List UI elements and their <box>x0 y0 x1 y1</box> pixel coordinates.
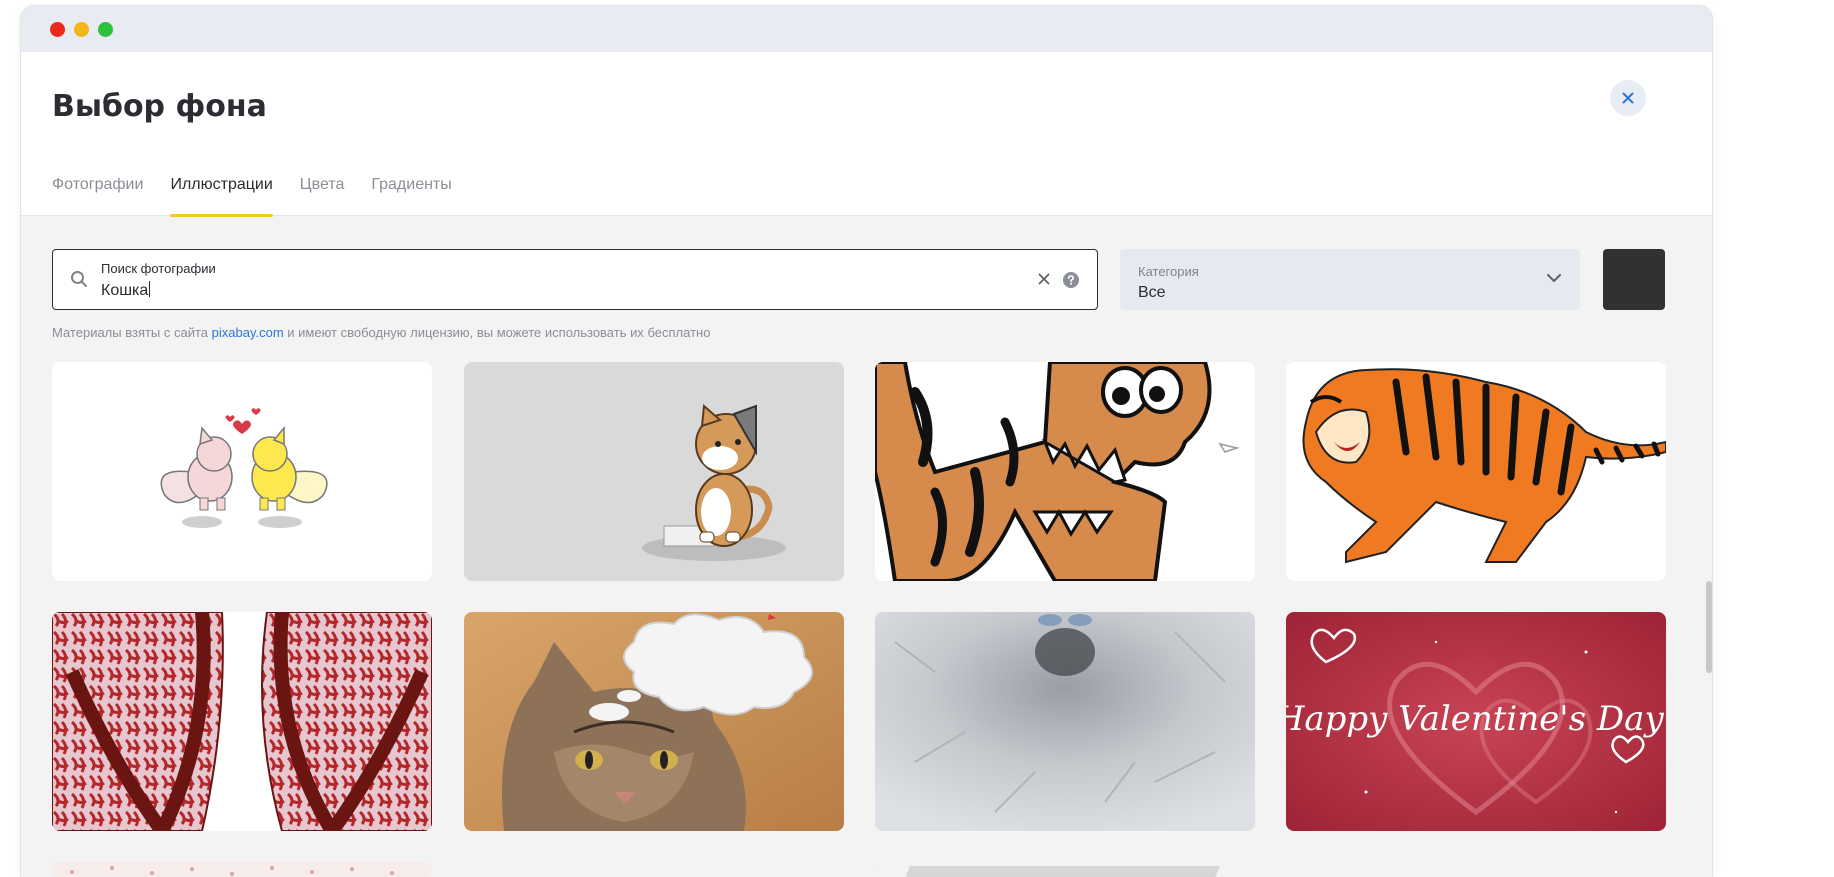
chevron-down-icon <box>1547 274 1561 282</box>
image-cartoon-cat-sitting <box>464 362 844 581</box>
illustration-card-4[interactable] <box>1286 362 1666 581</box>
category-select[interactable]: Категория Все <box>1120 249 1580 310</box>
illustration-card-6[interactable] <box>464 612 844 831</box>
search-input[interactable]: Кошка <box>101 281 151 300</box>
image-gray-cat-closeup <box>875 612 1255 831</box>
illustration-card-10[interactable] <box>875 862 1255 877</box>
search-field[interactable]: Поиск фотографии Кошка <box>52 249 1098 310</box>
pixabay-link[interactable]: pixabay.com <box>212 325 284 340</box>
scrollbar-thumb[interactable] <box>1706 581 1712 673</box>
valentine-text: Happy Valentine's Day! <box>1286 699 1666 739</box>
tab-illustrations[interactable]: Иллюстрации <box>170 174 274 217</box>
image-partial-pattern <box>52 862 432 877</box>
dialog-header: Выбор фона Фотографии Иллюстрации Цвета … <box>21 52 1712 217</box>
image-cat-thought-cloud <box>464 612 844 831</box>
illustration-card-8[interactable]: Happy Valentine's Day! <box>1286 612 1666 831</box>
illustration-card-5[interactable] <box>52 612 432 831</box>
image-valentine-card: Happy Valentine's Day! <box>1286 612 1666 831</box>
tab-gradients[interactable]: Градиенты <box>371 174 451 216</box>
tab-bar: Фотографии Иллюстрации Цвета Градиенты <box>52 174 479 217</box>
search-label: Поиск фотографии <box>101 261 216 276</box>
search-icon <box>71 271 87 287</box>
color-swatch-button[interactable] <box>1603 249 1665 310</box>
illustration-card-7[interactable] <box>875 612 1255 831</box>
image-fox-couple <box>52 362 432 581</box>
illustration-card-1[interactable] <box>52 362 432 581</box>
illustration-card-9[interactable] <box>52 862 432 877</box>
tab-photos[interactable]: Фотографии <box>52 174 143 216</box>
category-value: Все <box>1138 284 1166 301</box>
page-title: Выбор фона <box>52 89 267 124</box>
search-input-value: Кошка <box>101 282 149 299</box>
image-partial-gray <box>875 862 1255 877</box>
app-window: Выбор фона Фотографии Иллюстрации Цвета … <box>20 5 1713 877</box>
text-caret <box>149 281 151 297</box>
close-button[interactable] <box>1610 80 1646 116</box>
notice-text-before: Материалы взяты с сайта <box>52 325 212 340</box>
minimize-window-dot[interactable] <box>74 22 89 37</box>
notice-text-after: и имеют свободную лицензию, вы можете ис… <box>283 325 711 340</box>
license-notice: Материалы взяты с сайта pixabay.com и им… <box>52 325 710 340</box>
help-icon[interactable] <box>1063 272 1079 288</box>
image-flip-flops <box>52 612 432 831</box>
image-tiger <box>1286 362 1666 581</box>
category-label: Категория <box>1138 264 1199 279</box>
maximize-window-dot[interactable] <box>98 22 113 37</box>
clear-icon[interactable] <box>1038 273 1050 285</box>
window-titlebar <box>21 6 1712 52</box>
illustration-card-2[interactable] <box>464 362 844 581</box>
image-orange-cartoon-cat <box>875 362 1255 581</box>
close-window-dot[interactable] <box>50 22 65 37</box>
tab-colors[interactable]: Цвета <box>300 174 345 216</box>
illustration-card-3[interactable] <box>875 362 1255 581</box>
close-icon <box>1622 92 1634 104</box>
